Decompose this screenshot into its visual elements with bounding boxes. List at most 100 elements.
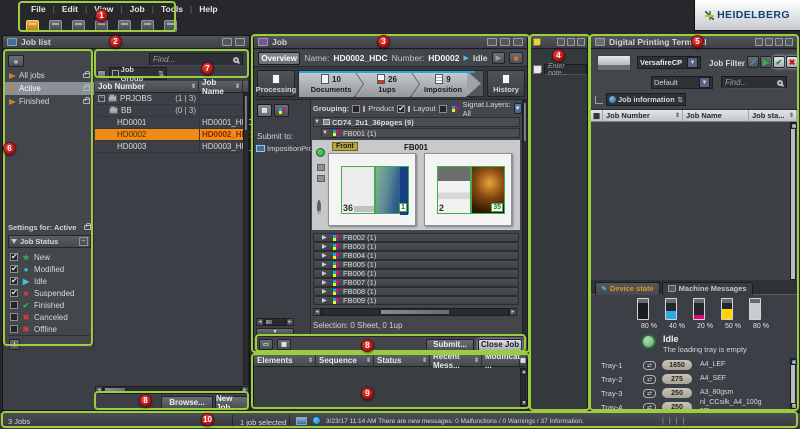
export-icon[interactable]: [118, 20, 131, 32]
submit-target-item[interactable]: ImpositionProof: [256, 144, 319, 153]
scroll-up-icon[interactable]: ▲: [791, 359, 797, 365]
spinner-icon[interactable]: ⇅: [677, 96, 683, 104]
pin-panel-icon[interactable]: [487, 38, 497, 46]
tree-collapse-icon[interactable]: [595, 96, 603, 104]
float-panel-icon[interactable]: [235, 38, 245, 46]
dpt-vertical-scrollbar[interactable]: ▲: [790, 122, 796, 280]
submit-button[interactable]: Submit...: [426, 339, 474, 351]
sidebar-item-all-jobs[interactable]: All jobs: [5, 69, 94, 82]
expander-icon[interactable]: ▶: [322, 243, 329, 250]
job-status-group-header[interactable]: Job Status −: [8, 235, 91, 248]
scroll-up-icon[interactable]: ▲: [791, 123, 797, 129]
dpt-find-input[interactable]: Find...: [721, 76, 787, 89]
resize-grip[interactable]: ❘❘❘❘: [660, 417, 687, 425]
collapse-node-icon[interactable]: −: [98, 95, 105, 102]
user-icon[interactable]: [72, 20, 85, 32]
column-header-job-state[interactable]: Job sta...⇕: [749, 110, 797, 122]
sheet-row[interactable]: ▶ FB005 (1): [313, 260, 519, 269]
filter-running-button[interactable]: ▶: [760, 56, 772, 68]
sheet-row[interactable]: ▶ FB007 (1): [313, 278, 519, 287]
expander-icon[interactable]: ▶: [322, 261, 329, 268]
content-horizontal-scrollbar[interactable]: ◄ ►: [313, 308, 517, 316]
sheet-row[interactable]: ▶ FB004 (1): [313, 251, 519, 260]
float-panel-icon[interactable]: [577, 38, 585, 46]
monitor-icon[interactable]: [164, 20, 177, 32]
status-filter-row[interactable]: ● Modified: [5, 263, 94, 275]
status-filter-row[interactable]: ✱ Offline: [5, 323, 94, 335]
chevron-down-icon[interactable]: ▼: [699, 77, 710, 88]
sidebar-item-finished[interactable]: Finished: [5, 95, 94, 108]
expander-icon[interactable]: ▼: [314, 119, 321, 125]
detach-panel-icon[interactable]: [500, 38, 510, 46]
menu-file[interactable]: File: [24, 4, 53, 14]
note-input[interactable]: Enter note...: [544, 64, 587, 75]
expander-icon[interactable]: ▼: [322, 130, 329, 136]
sort-icon[interactable]: ⇕: [422, 357, 426, 364]
job-group-row-bb[interactable]: BB (0 | 3): [95, 105, 243, 117]
grid-tool-icon[interactable]: [317, 175, 325, 182]
column-header-job-name[interactable]: Job Name: [683, 110, 749, 122]
views-icon[interactable]: [49, 20, 62, 32]
status-filter-row[interactable]: ★ New: [5, 251, 94, 263]
elements-vertical-scrollbar[interactable]: ▲ ▼: [520, 368, 526, 407]
sort-icon[interactable]: ⇕: [235, 83, 239, 90]
expander-icon[interactable]: ▶: [322, 234, 329, 241]
view-mode-icon[interactable]: ▭: [259, 339, 273, 350]
status-checkbox[interactable]: [10, 289, 18, 297]
scroll-left-icon[interactable]: ◄: [95, 386, 103, 394]
zoom-tool-icon[interactable]: [317, 200, 321, 214]
sheet-row[interactable]: ▶ FB009 (1): [313, 296, 519, 305]
messages-monitor-icon[interactable]: [296, 417, 307, 425]
user-panel-icon[interactable]: [775, 38, 783, 46]
sheet-front-2[interactable]: 2 35: [424, 153, 512, 226]
grid-mode-icon[interactable]: ▦: [277, 339, 291, 350]
layout-checkbox[interactable]: [397, 105, 405, 113]
tray-vertical-scrollbar[interactable]: ▲ ▼: [790, 358, 796, 410]
add-filter-button[interactable]: +: [9, 339, 20, 350]
expander-icon[interactable]: ▶: [322, 252, 329, 259]
report-icon[interactable]: [141, 20, 154, 32]
tray-row[interactable]: Tray-2 ⇄ 275 A4_SEF: [591, 372, 787, 386]
search-icon[interactable]: [233, 57, 239, 63]
product-checkbox[interactable]: [352, 105, 360, 113]
tab-imposition[interactable]: 9 Imposition: [411, 71, 475, 97]
sort-icon[interactable]: ⇕: [675, 112, 679, 119]
sidebar-item-active[interactable]: Active: [5, 82, 94, 95]
column-config-icon[interactable]: ▦: [520, 355, 527, 367]
spinner-icon[interactable]: ⇅: [158, 70, 164, 78]
start-button[interactable]: ▶: [492, 52, 506, 64]
sort-icon[interactable]: ⇕: [789, 112, 793, 119]
status-checkbox[interactable]: [10, 253, 18, 261]
expander-icon[interactable]: ▶: [322, 279, 329, 286]
job-group-row-prjobs[interactable]: − PRJOBS (1 | 3): [95, 93, 243, 105]
layers-dropdown-button[interactable]: ▼: [514, 103, 522, 114]
scroll-left-icon[interactable]: ◄: [256, 318, 264, 326]
page-thumbnail-35[interactable]: 35: [471, 166, 505, 214]
scroll-up-icon[interactable]: ▲: [521, 369, 527, 375]
filter-paused-button[interactable]: ∕∕: [747, 56, 759, 68]
sort-icon[interactable]: ⇕: [308, 357, 312, 364]
page-thumbnail-2[interactable]: 2: [437, 166, 471, 214]
job-row-hd0001[interactable]: HD0001 HD0001_HDCity: [95, 117, 243, 129]
message-phone-icon[interactable]: [312, 416, 321, 425]
layer-tool-icon[interactable]: [317, 164, 325, 171]
history-step-button[interactable]: History: [487, 70, 525, 97]
job-information-select[interactable]: Job information ⇅: [606, 93, 686, 106]
column-header-modification[interactable]: Modification ...⇕: [482, 355, 520, 367]
sheet-row[interactable]: ▶ FB003 (1): [313, 242, 519, 251]
sheet-front[interactable]: 36 1: [328, 153, 416, 226]
device-select[interactable]: VersafireCP ▼: [637, 56, 701, 69]
filter-finished-button[interactable]: ✔: [773, 56, 785, 68]
search-icon[interactable]: [777, 80, 783, 86]
sheet-tree-fb001[interactable]: ▼ FB001 (1): [321, 128, 520, 138]
sort-icon[interactable]: ⇕: [366, 357, 370, 364]
collapse-sidebar-button[interactable]: «: [8, 55, 24, 67]
open-job-icon[interactable]: [26, 20, 39, 32]
column-header-elements[interactable]: Elements⇕: [254, 355, 316, 367]
pin-panel-icon[interactable]: [755, 38, 763, 46]
sheet-row[interactable]: ▶ FB006 (1): [313, 269, 519, 278]
tab-documents[interactable]: 10 Documents: [299, 71, 363, 97]
tray-row[interactable]: Tray-3 ⇄ 250 A3_80gsm: [591, 386, 787, 400]
pin-panel-icon[interactable]: [557, 38, 565, 46]
thumb-view-toggle[interactable]: [274, 104, 289, 117]
